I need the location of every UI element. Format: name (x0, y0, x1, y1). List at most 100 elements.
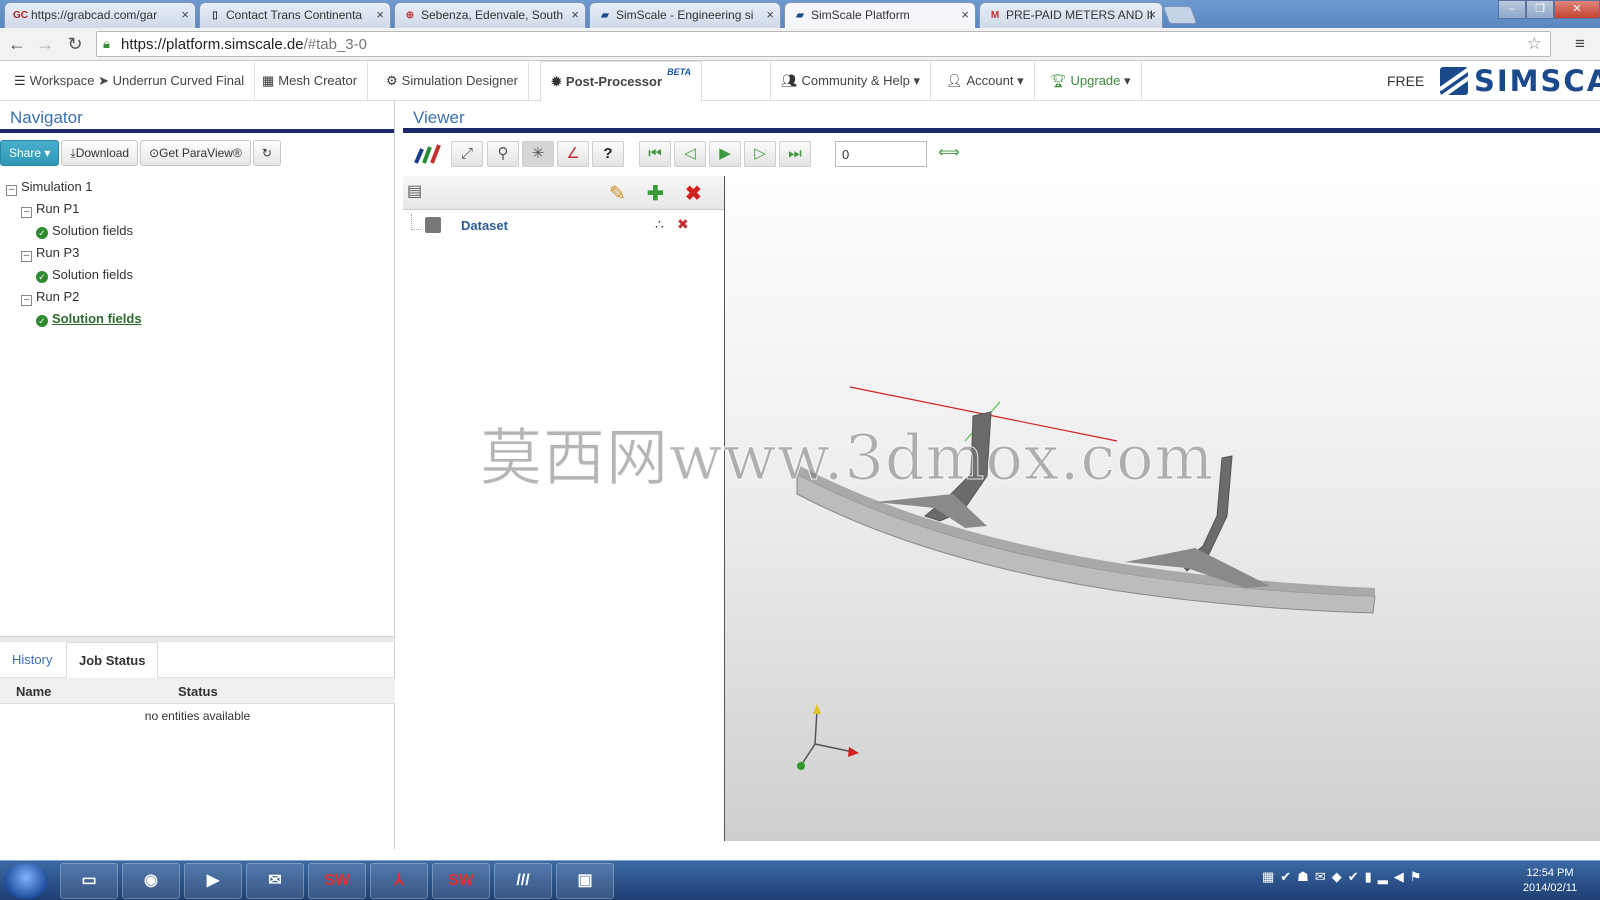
browser-tab-simscale-engineering[interactable]: ▰ SimScale - Engineering si × (589, 2, 781, 28)
calculator-icon[interactable]: ▤ (407, 181, 422, 201)
address-bar[interactable]: 🔒︎ https://platform.simscale.de/#tab_3-0… (96, 31, 1551, 57)
play-icon[interactable]: ▶ (709, 141, 741, 167)
tree-node-solution-fields[interactable]: ✓ Solution fields (6, 223, 142, 245)
url-path: /#tab_3-0 (303, 36, 367, 53)
reload-button[interactable]: ↻ (64, 33, 86, 55)
empty-message: no entities available (144, 709, 251, 723)
minimize-button[interactable]: – (1498, 0, 1526, 19)
column-status[interactable]: Status (178, 684, 218, 699)
solidworks-icon[interactable]: SW (432, 863, 490, 899)
navigator-title: Navigator (0, 101, 394, 133)
points-icon[interactable]: ∴ (655, 216, 664, 233)
simscale-logo[interactable]: SIMSCALE (1440, 64, 1600, 98)
tree-node-run[interactable]: – Run P3 (6, 245, 142, 267)
axis-y-arrow-icon (797, 762, 805, 770)
close-icon[interactable]: × (1148, 7, 1156, 22)
users-icon: 👥︎ (781, 73, 798, 88)
next-frame-icon[interactable]: ▷ (744, 141, 776, 167)
column-name[interactable]: Name (16, 684, 51, 699)
close-icon[interactable]: × (766, 7, 774, 22)
close-icon[interactable]: × (961, 7, 969, 22)
media-player-icon[interactable]: ▶ (184, 863, 242, 899)
download-button[interactable]: ⤓Download (61, 140, 139, 166)
share-button[interactable]: Share ▾ (0, 140, 60, 166)
paraview-icon[interactable]: /// (494, 863, 552, 899)
render-canvas[interactable] (725, 176, 1600, 841)
tree-node-solution-fields[interactable]: ✓ Solution fields (6, 267, 142, 289)
edit-pencil-icon[interactable]: ✎ (609, 181, 626, 206)
probe-icon[interactable]: ⚲ (487, 141, 519, 167)
tree-node-run[interactable]: – Run P1 (6, 201, 142, 223)
tab-post-processor[interactable]: ✹ Post-Processor BETA (540, 61, 702, 102)
clock-time: 12:54 PM (1526, 867, 1574, 879)
get-paraview-button[interactable]: ⊙Get ParaView® (140, 140, 251, 166)
start-button[interactable] (4, 863, 48, 899)
tree-node-solution-fields-selected[interactable]: ✓ Solution fields (6, 311, 142, 333)
community-help-menu[interactable]: 👥︎ Community & Help ▾ (770, 61, 932, 101)
tab-simulation-designer[interactable]: ⚙ Simulation Designer (376, 61, 529, 101)
tree-node-run[interactable]: – Run P2 (6, 289, 142, 311)
reset-camera-icon[interactable]: ⤢ (451, 141, 483, 167)
pipeline-item[interactable]: Dataset ∴ ✖ (403, 214, 725, 238)
tab-label: PRE-PAID METERS AND II (1006, 8, 1154, 22)
tab-job-status[interactable]: Job Status (66, 642, 159, 678)
collapse-icon[interactable]: – (21, 295, 32, 306)
browser-tab-grabcad[interactable]: GC https://grabcad.com/gar × (4, 2, 196, 28)
caret-down-icon: ▾ (1017, 73, 1024, 88)
forward-button[interactable]: → (34, 33, 56, 55)
watermark: 莫西网www.3dmox.com (479, 421, 1215, 495)
loop-icon[interactable]: ⟺ (933, 141, 965, 167)
tree-node-simulation[interactable]: – Simulation 1 (6, 179, 142, 201)
close-icon[interactable]: × (376, 7, 384, 22)
frame-input[interactable]: 0 (835, 141, 927, 167)
close-icon[interactable]: × (571, 7, 579, 22)
tab-mesh-creator[interactable]: ▦ Mesh Creator (252, 61, 369, 101)
tab-history[interactable]: History (0, 642, 64, 678)
explorer-icon[interactable]: ▭ (60, 863, 118, 899)
close-icon[interactable]: × (181, 7, 189, 22)
solidworks-icon[interactable]: SW (308, 863, 366, 899)
collapse-icon[interactable]: – (6, 185, 17, 196)
tree-label: Solution fields (52, 311, 142, 326)
collapse-icon[interactable]: – (21, 207, 32, 218)
browser-tab-sebenza[interactable]: ⊕ Sebenza, Edenvale, South × (394, 2, 586, 28)
bookmark-star-icon[interactable]: ☆ (1527, 34, 1542, 54)
last-frame-icon[interactable]: ⏭ (779, 141, 811, 167)
outlook-icon[interactable]: ✉ (246, 863, 304, 899)
axes-icon[interactable]: ✳ (522, 141, 554, 167)
share-label: Share (9, 146, 42, 160)
browser-menu-icon[interactable]: ≡ (1575, 34, 1593, 54)
tree-label: Simulation 1 (21, 179, 93, 194)
first-frame-icon[interactable]: ⏮ (639, 141, 671, 167)
browser-toolbar: ← → ↻ 🔒︎ https://platform.simscale.de/#t… (0, 28, 1600, 61)
paraview-logo-icon (414, 144, 441, 164)
visibility-toggle-icon[interactable]: ✖ (677, 216, 689, 233)
previous-frame-icon[interactable]: ◁ (674, 141, 706, 167)
restore-button[interactable]: ❐ (1526, 0, 1554, 19)
browser-tab-simscale-platform[interactable]: ▰ SimScale Platform × (784, 2, 976, 28)
back-button[interactable]: ← (6, 33, 28, 55)
collapse-icon[interactable]: – (21, 251, 32, 262)
account-menu[interactable]: 👤︎ Account ▾ (936, 61, 1035, 101)
workspace-breadcrumb[interactable]: ☰ Workspace ➤ Underrun Curved Final (4, 61, 256, 101)
upgrade-menu[interactable]: 🏆︎ Upgrade ▾ (1040, 61, 1142, 101)
caret-down-icon: ▾ (44, 146, 51, 160)
browser-tab-contact[interactable]: ▯ Contact Trans Continenta × (199, 2, 391, 28)
measure-angle-icon[interactable]: ∠ (557, 141, 589, 167)
new-tab-button[interactable] (1162, 6, 1198, 24)
remote-desktop-icon[interactable]: ▣ (556, 863, 614, 899)
browser-tab-gmail[interactable]: M PRE-PAID METERS AND II × (979, 2, 1163, 28)
system-tray[interactable]: ▦✔☗✉◆✔▮▂◀⚑ (1262, 869, 1427, 885)
breadcrumb-arrow-icon: ➤ (98, 73, 113, 88)
axis-z (814, 709, 818, 745)
acrobat-icon[interactable]: ⅄ (370, 863, 428, 899)
clock[interactable]: 12:54 PM 2014/02/11 (1510, 866, 1590, 896)
help-icon[interactable]: ? (592, 141, 624, 167)
workspace-label: Workspace (29, 73, 95, 88)
chrome-icon[interactable]: ◉ (122, 863, 180, 899)
close-window-button[interactable]: ✕ (1554, 0, 1600, 19)
check-circle-icon: ✓ (36, 315, 48, 327)
refresh-button[interactable]: ↻ (252, 140, 281, 166)
add-icon[interactable]: ✚ (647, 181, 664, 206)
delete-icon[interactable]: ✖ (685, 181, 702, 206)
